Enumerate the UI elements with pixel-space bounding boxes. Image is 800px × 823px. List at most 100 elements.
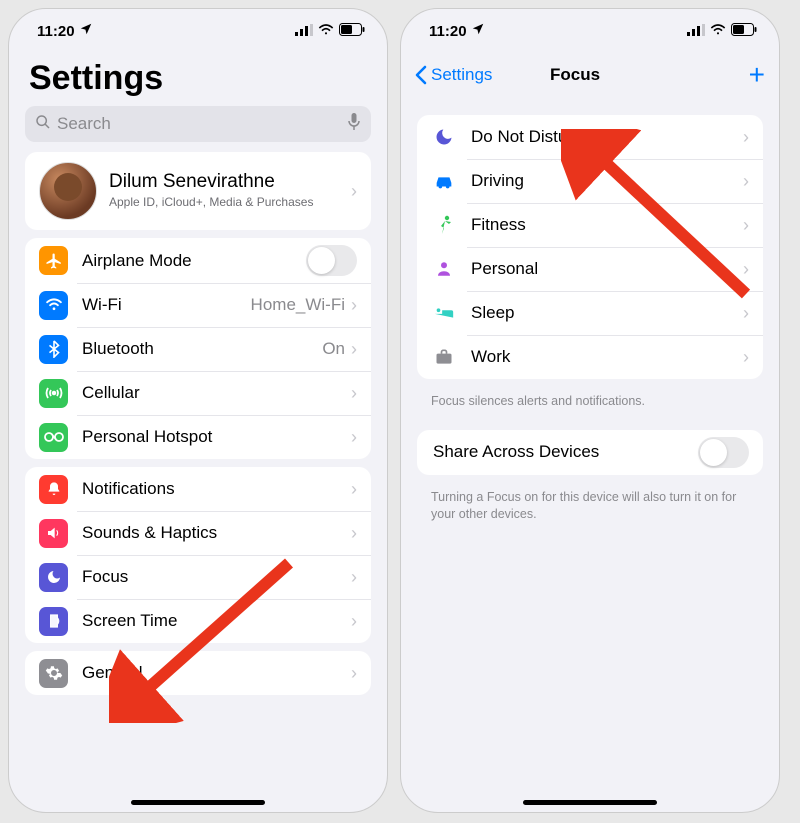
connectivity-group: Airplane Mode Wi-Fi Home_Wi-Fi › Bluetoo… [25, 238, 371, 459]
bluetooth-label: Bluetooth [82, 339, 322, 359]
status-time: 11:20 [429, 23, 467, 40]
focus-row[interactable]: Focus › [25, 555, 371, 599]
mic-icon[interactable] [347, 113, 361, 136]
notifications-row[interactable]: Notifications › [25, 467, 371, 511]
airplane-toggle[interactable] [306, 245, 357, 276]
wifi-label: Wi-Fi [82, 295, 251, 315]
chevron-icon: › [351, 611, 357, 632]
hotspot-label: Personal Hotspot [82, 427, 351, 447]
general-label: General [82, 663, 351, 683]
dnd-label: Do Not Disturb [471, 127, 743, 147]
chevron-icon: › [351, 295, 357, 316]
home-indicator[interactable] [131, 800, 265, 805]
wifi-icon [710, 23, 726, 40]
bed-icon [431, 306, 457, 320]
search-input[interactable]: Search [25, 106, 371, 142]
settings-screen: 11:20 Settings Search Dilum Senevirathne [8, 8, 388, 813]
chevron-icon: › [743, 303, 749, 324]
nav-bar: Settings Focus + [401, 53, 779, 97]
moon-icon [431, 127, 457, 147]
sounds-label: Sounds & Haptics [82, 523, 351, 543]
notifications-label: Notifications [82, 479, 351, 499]
battery-icon [731, 23, 757, 40]
chevron-icon: › [351, 339, 357, 360]
search-icon [35, 114, 51, 135]
focus-screen: 11:20 Settings Focus + Do Not Disturb › … [400, 8, 780, 813]
location-icon [471, 22, 485, 40]
chevron-icon: › [743, 259, 749, 280]
person-icon [431, 260, 457, 278]
briefcase-icon [431, 348, 457, 366]
wifi-row[interactable]: Wi-Fi Home_Wi-Fi › [25, 283, 371, 327]
share-footer-text: Turning a Focus on for this device will … [401, 483, 779, 527]
general-group: General › [25, 651, 371, 695]
chevron-icon: › [743, 215, 749, 236]
chevron-icon: › [351, 567, 357, 588]
wifi-value: Home_Wi-Fi [251, 295, 345, 315]
work-row[interactable]: Work › [417, 335, 763, 379]
share-toggle[interactable] [698, 437, 749, 468]
general-icon [39, 659, 68, 688]
driving-row[interactable]: Driving › [417, 159, 763, 203]
hotspot-row[interactable]: Personal Hotspot › [25, 415, 371, 459]
bluetooth-icon [39, 335, 68, 364]
focus-modes-group: Do Not Disturb › Driving › Fitness › Per… [417, 115, 763, 379]
fitness-row[interactable]: Fitness › [417, 203, 763, 247]
screentime-icon [39, 607, 68, 636]
general-row[interactable]: General › [25, 651, 371, 695]
wifi-settings-icon [39, 291, 68, 320]
profile-name: Dilum Senevirathne [109, 171, 351, 193]
status-time: 11:20 [37, 23, 75, 40]
share-group: Share Across Devices [417, 430, 763, 475]
chevron-icon: › [351, 383, 357, 404]
chevron-icon: › [351, 181, 357, 202]
share-across-devices-row[interactable]: Share Across Devices [417, 430, 763, 475]
sounds-row[interactable]: Sounds & Haptics › [25, 511, 371, 555]
do-not-disturb-row[interactable]: Do Not Disturb › [417, 115, 763, 159]
profile-group: Dilum Senevirathne Apple ID, iCloud+, Me… [25, 152, 371, 230]
signal-icon [687, 23, 705, 40]
signal-icon [295, 23, 313, 40]
fitness-icon [431, 215, 457, 235]
airplane-mode-row[interactable]: Airplane Mode [25, 238, 371, 283]
avatar [39, 162, 97, 220]
car-icon [431, 173, 457, 189]
page-title: Settings [9, 53, 387, 102]
focus-label: Focus [82, 567, 351, 587]
chevron-icon: › [743, 347, 749, 368]
bluetooth-row[interactable]: Bluetooth On › [25, 327, 371, 371]
share-label: Share Across Devices [433, 442, 698, 462]
chevron-icon: › [743, 127, 749, 148]
sounds-icon [39, 519, 68, 548]
airplane-icon [39, 246, 68, 275]
work-label: Work [471, 347, 743, 367]
driving-label: Driving [471, 171, 743, 191]
screentime-row[interactable]: Screen Time › [25, 599, 371, 643]
personal-row[interactable]: Personal › [417, 247, 763, 291]
nav-title: Focus [415, 65, 735, 85]
apple-id-row[interactable]: Dilum Senevirathne Apple ID, iCloud+, Me… [25, 152, 371, 230]
personal-label: Personal [471, 259, 743, 279]
wifi-icon [318, 23, 334, 40]
sleep-row[interactable]: Sleep › [417, 291, 763, 335]
chevron-icon: › [351, 523, 357, 544]
battery-icon [339, 23, 365, 40]
profile-subtitle: Apple ID, iCloud+, Media & Purchases [109, 195, 351, 211]
cellular-icon [39, 379, 68, 408]
airplane-label: Airplane Mode [82, 251, 306, 271]
search-placeholder: Search [57, 114, 111, 134]
cellular-row[interactable]: Cellular › [25, 371, 371, 415]
chevron-icon: › [351, 479, 357, 500]
chevron-icon: › [351, 663, 357, 684]
sleep-label: Sleep [471, 303, 743, 323]
status-bar: 11:20 [9, 9, 387, 53]
add-button[interactable]: + [735, 59, 765, 91]
notifications-group: Notifications › Sounds & Haptics › Focus… [25, 467, 371, 643]
notifications-icon [39, 475, 68, 504]
hotspot-icon [39, 423, 68, 452]
location-icon [79, 22, 93, 40]
focus-icon [39, 563, 68, 592]
home-indicator[interactable] [523, 800, 657, 805]
fitness-label: Fitness [471, 215, 743, 235]
focus-footer-text: Focus silences alerts and notifications. [401, 387, 779, 414]
